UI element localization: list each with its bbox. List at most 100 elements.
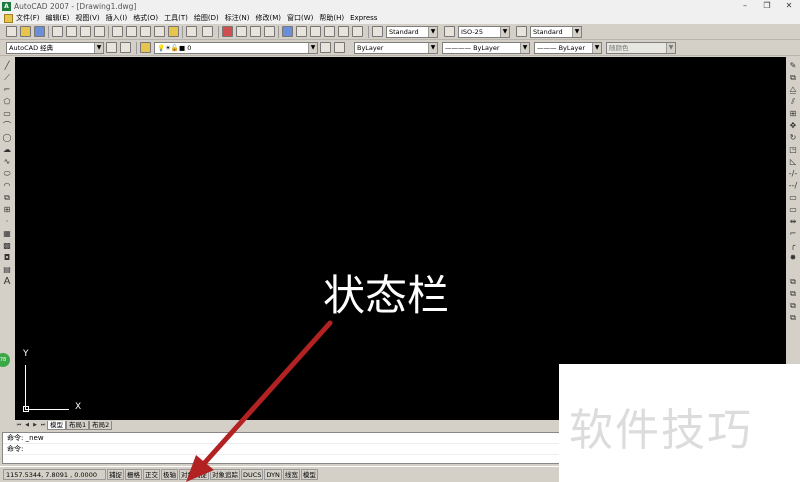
draw-order-icon[interactable]: ⧉ bbox=[788, 277, 798, 287]
last-tab-icon[interactable]: ⏭ bbox=[39, 421, 47, 429]
layer-manager-icon[interactable] bbox=[140, 42, 151, 53]
hatch-icon[interactable]: ▦ bbox=[2, 229, 12, 239]
menu-express[interactable]: Express bbox=[350, 14, 377, 22]
cut-icon[interactable] bbox=[112, 26, 123, 37]
publish-icon[interactable] bbox=[80, 26, 91, 37]
workspace-save-icon[interactable] bbox=[120, 42, 131, 53]
make-layer-current-icon[interactable] bbox=[320, 42, 331, 53]
spline-icon[interactable]: ∿ bbox=[2, 157, 12, 167]
menu-draw[interactable]: 绘图(D) bbox=[194, 13, 219, 23]
menu-file[interactable]: 文件(F) bbox=[16, 13, 40, 23]
lineweight-toggle[interactable]: 线宽 bbox=[282, 469, 300, 480]
tab-model[interactable]: 模型 bbox=[47, 420, 66, 430]
menu-view[interactable]: 视图(V) bbox=[75, 13, 99, 23]
construction-line-icon[interactable]: ⟋ bbox=[2, 73, 12, 83]
rotate-icon[interactable]: ↻ bbox=[788, 133, 798, 143]
table-style-select[interactable]: Standard ▼ bbox=[530, 26, 582, 38]
workspace-settings-icon[interactable] bbox=[106, 42, 117, 53]
design-center-icon[interactable] bbox=[296, 26, 307, 37]
menu-window[interactable]: 窗口(W) bbox=[287, 13, 313, 23]
qnew-icon[interactable] bbox=[6, 26, 17, 37]
polyline-icon[interactable]: ⌐ bbox=[2, 85, 12, 95]
rectangle-icon[interactable]: ▭ bbox=[2, 109, 12, 119]
gradient-icon[interactable]: ▩ bbox=[2, 241, 12, 251]
menu-modify[interactable]: 修改(M) bbox=[255, 13, 281, 23]
dyn-toggle[interactable]: DYN bbox=[264, 469, 282, 480]
pan-icon[interactable] bbox=[222, 26, 233, 37]
offset-icon[interactable]: ⫽ bbox=[788, 97, 798, 107]
workspace-select[interactable]: AutoCAD 经典 ▼ bbox=[6, 42, 104, 54]
scale-icon[interactable]: ◳ bbox=[788, 145, 798, 155]
block-editor-icon[interactable] bbox=[168, 26, 179, 37]
redo-icon[interactable] bbox=[202, 26, 213, 37]
floating-badge[interactable]: 78 bbox=[0, 353, 10, 367]
model-toggle[interactable]: 模型 bbox=[300, 469, 318, 480]
arc-icon[interactable]: ⌒ bbox=[2, 121, 12, 131]
layer-previous-icon[interactable] bbox=[334, 42, 345, 53]
copy-icon[interactable] bbox=[126, 26, 137, 37]
ducs-toggle[interactable]: DUCS bbox=[241, 469, 264, 480]
prev-tab-icon[interactable]: ◀ bbox=[23, 421, 31, 429]
match-properties-icon[interactable] bbox=[154, 26, 165, 37]
zoom-realtime-icon[interactable] bbox=[236, 26, 247, 37]
ellipse-arc-icon[interactable]: ◠ bbox=[2, 181, 12, 191]
color-select[interactable]: ByLayer ▼ bbox=[354, 42, 438, 54]
3d-dwf-icon[interactable] bbox=[94, 26, 105, 37]
chamfer-icon[interactable]: ⌐ bbox=[788, 229, 798, 239]
menu-edit[interactable]: 编辑(E) bbox=[46, 13, 70, 23]
bring-to-front-icon[interactable]: ⧉ bbox=[788, 289, 798, 299]
menu-help[interactable]: 帮助(H) bbox=[319, 13, 344, 23]
next-tab-icon[interactable]: ▶ bbox=[31, 421, 39, 429]
menu-format[interactable]: 格式(O) bbox=[133, 13, 158, 23]
ortho-toggle[interactable]: 正交 bbox=[143, 469, 160, 480]
linetype-select[interactable]: ———— ByLayer ▼ bbox=[442, 42, 530, 54]
break-at-point-icon[interactable]: ▭ bbox=[788, 193, 798, 203]
tool-palettes-icon[interactable] bbox=[310, 26, 321, 37]
save-icon[interactable] bbox=[34, 26, 45, 37]
line-icon[interactable]: ╱ bbox=[2, 61, 12, 71]
snap-toggle[interactable]: 捕捉 bbox=[107, 469, 124, 480]
layer-select[interactable]: 💡☀🔓■ 0 ▼ bbox=[154, 42, 318, 54]
first-tab-icon[interactable]: ⏮ bbox=[15, 421, 23, 429]
copy-object-icon[interactable]: ⧉ bbox=[788, 73, 798, 83]
multiline-text-icon[interactable]: A bbox=[2, 277, 12, 287]
plot-icon[interactable] bbox=[52, 26, 63, 37]
zoom-previous-icon[interactable] bbox=[264, 26, 275, 37]
menu-insert[interactable]: 插入(I) bbox=[106, 13, 128, 23]
extend-icon[interactable]: --/ bbox=[788, 181, 798, 191]
stretch-icon[interactable]: ◺ bbox=[788, 157, 798, 167]
polar-toggle[interactable]: 极轴 bbox=[161, 469, 178, 480]
revision-cloud-icon[interactable]: ☁ bbox=[2, 145, 12, 155]
coordinate-display[interactable]: 1157.5344, 7.8091 , 0.0000 bbox=[3, 469, 106, 480]
trim-icon[interactable]: -/- bbox=[788, 169, 798, 179]
grid-toggle[interactable]: 栅格 bbox=[125, 469, 142, 480]
table-icon[interactable]: ▤ bbox=[2, 265, 12, 275]
insert-block-icon[interactable]: ⧉ bbox=[2, 193, 12, 203]
move-icon[interactable]: ✥ bbox=[788, 121, 798, 131]
properties-icon[interactable] bbox=[282, 26, 293, 37]
paste-icon[interactable] bbox=[140, 26, 151, 37]
undo-icon[interactable] bbox=[186, 26, 197, 37]
tab-layout2[interactable]: 布局2 bbox=[89, 420, 113, 430]
menu-tools[interactable]: 工具(T) bbox=[164, 13, 188, 23]
mirror-icon[interactable]: ⧋ bbox=[788, 85, 798, 95]
array-icon[interactable]: ⊞ bbox=[788, 109, 798, 119]
make-block-icon[interactable]: ⊞ bbox=[2, 205, 12, 215]
text-style-select[interactable]: Standard ▼ bbox=[386, 26, 438, 38]
restore-icon[interactable]: ❐ bbox=[756, 0, 778, 12]
osnap-toggle[interactable]: 对象捕捉 bbox=[179, 469, 209, 480]
region-icon[interactable]: ◘ bbox=[2, 253, 12, 263]
lineweight-select[interactable]: ——— ByLayer ▼ bbox=[534, 42, 602, 54]
minimize-icon[interactable]: – bbox=[734, 0, 756, 12]
zoom-window-icon[interactable] bbox=[250, 26, 261, 37]
tab-layout1[interactable]: 布局1 bbox=[66, 420, 90, 430]
open-icon[interactable] bbox=[20, 26, 31, 37]
erase-icon[interactable]: ✎ bbox=[788, 61, 798, 71]
plot-preview-icon[interactable] bbox=[66, 26, 77, 37]
polygon-icon[interactable]: ⬠ bbox=[2, 97, 12, 107]
point-icon[interactable]: · bbox=[2, 217, 12, 227]
close-icon[interactable]: ✕ bbox=[778, 0, 800, 12]
fillet-icon[interactable]: ╭ bbox=[788, 241, 798, 251]
menu-dimension[interactable]: 标注(N) bbox=[225, 13, 250, 23]
circle-icon[interactable]: ◯ bbox=[2, 133, 12, 143]
